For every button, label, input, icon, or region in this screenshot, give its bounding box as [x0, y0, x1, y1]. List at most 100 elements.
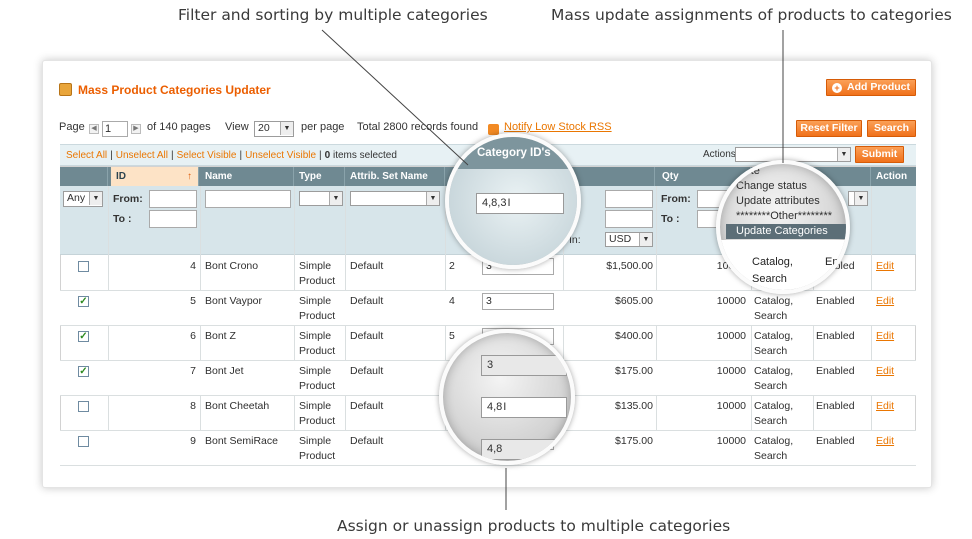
chevron-down-icon: ▼ [837, 148, 850, 161]
cell-type-line2: Product [299, 380, 336, 392]
header-type[interactable]: Type [294, 167, 345, 186]
actions-label: Actions [703, 149, 736, 160]
cell-type-line1: Simple [299, 435, 332, 447]
filter-status-select[interactable]: ▼ [848, 191, 868, 206]
cell-type-line2: Product [299, 450, 336, 462]
per-page-select[interactable]: 20 ▼ [254, 121, 294, 137]
cell-type-line1: Simple [299, 295, 332, 307]
text-cursor-icon: I [503, 401, 507, 413]
currency-value: USD [609, 233, 632, 245]
cell-visibility-line1: Catalog, [754, 435, 794, 447]
edit-link[interactable]: Edit [876, 364, 894, 379]
filter-category-input[interactable]: 4,8,3I [476, 193, 564, 214]
unselect-visible-link[interactable]: Unselect Visible [245, 150, 316, 161]
cell-type-line1: Simple [299, 260, 332, 272]
next-page-icon[interactable]: ▶ [131, 124, 141, 134]
prev-page-icon[interactable]: ◀ [89, 124, 99, 134]
chevron-down-icon: ▼ [89, 192, 102, 205]
row-checkbox[interactable] [78, 436, 89, 447]
filter-category-value: 4,8,3 [482, 197, 507, 209]
callout-filter-sorting: Filter and sorting by multiple categorie… [178, 6, 488, 24]
filter-id-from-input[interactable] [149, 190, 197, 208]
filter-price-from-input[interactable] [605, 190, 653, 208]
edit-link[interactable]: Edit [876, 259, 894, 274]
cell-price: $135.00 [615, 400, 653, 412]
cell-type-line2: Product [299, 310, 336, 322]
filter-id-from-label: From: [113, 193, 143, 205]
cell-price: $400.00 [615, 330, 653, 342]
edit-link[interactable]: Edit [876, 399, 894, 414]
page-input[interactable]: 1 [102, 121, 128, 137]
row-checkbox[interactable]: ✓ [78, 331, 89, 342]
action-option-update-categories[interactable]: Update Categories [726, 224, 846, 239]
category-input[interactable]: 3 [482, 293, 554, 310]
row-checkbox[interactable] [78, 401, 89, 412]
unselect-all-link[interactable]: Unselect All [116, 150, 168, 161]
filter-attrib-select[interactable]: ▼ [350, 191, 440, 206]
category-cell-row7[interactable]: 3 [481, 355, 567, 376]
action-option-update-attributes[interactable]: Update attributes [726, 194, 846, 209]
category-cell-row8[interactable]: 4,8I [481, 397, 567, 418]
cell-status: Enabled [816, 435, 855, 447]
category-cell-row9[interactable]: 4,8 [481, 439, 567, 460]
chevron-down-icon: ▼ [329, 192, 342, 205]
filter-price-to-input[interactable] [605, 210, 653, 228]
add-product-button[interactable]: + Add Product [826, 79, 916, 96]
filter-name-input[interactable] [205, 190, 291, 208]
mag-visibility-2: Search [752, 273, 787, 285]
cell-type-line2: Product [299, 345, 336, 357]
search-button[interactable]: Search [867, 120, 916, 137]
row-checkbox[interactable]: ✓ [78, 296, 89, 307]
action-option-other[interactable]: ********Other******** [726, 209, 846, 224]
header-id[interactable]: ID ↑ [111, 167, 199, 186]
cell-visibility-line2: Search [754, 345, 788, 357]
cell-qty: 10000 [716, 435, 746, 447]
cell-type-line1: Simple [299, 400, 332, 412]
filter-id-to-input[interactable] [149, 210, 197, 228]
chevron-down-icon: ▼ [854, 192, 867, 205]
select-all-link[interactable]: Select All [66, 150, 107, 161]
callout-mass-update: Mass update assignments of products to c… [551, 6, 952, 24]
cell-visibility-line1: Catalog, [754, 365, 794, 377]
selected-count-label: items selected [333, 150, 397, 161]
cell-name: Bont Cheetah [205, 400, 270, 412]
category-row8-value: 4,8 [487, 401, 503, 413]
header-category-ids[interactable]: Category ID's [477, 147, 551, 159]
action-option-delete[interactable]: elete [726, 164, 846, 179]
header-attrib-set[interactable]: Attrib. Set Name [345, 167, 445, 186]
cell-type-line1: Simple [299, 330, 332, 342]
submit-button[interactable]: Submit [855, 146, 904, 163]
row-checkbox[interactable]: ✓ [78, 366, 89, 377]
box-icon [59, 83, 72, 96]
cell-visibility-line1: Catalog, [754, 330, 794, 342]
cell-qty: 10000 [716, 365, 746, 377]
filter-type-select[interactable]: ▼ [299, 191, 343, 206]
filter-qty-from-label: From: [661, 193, 691, 205]
rss-link[interactable]: Notify Low Stock RSS [504, 121, 612, 133]
row-checkbox[interactable] [78, 261, 89, 272]
action-option-change-status[interactable]: Change status [726, 179, 846, 194]
filter-any-select[interactable]: Any ▼ [63, 191, 103, 207]
actions-select[interactable]: ▼ [735, 147, 851, 162]
cell-attrib-set: Default [350, 365, 384, 377]
callout-assign-unassign: Assign or unassign products to multiple … [337, 517, 731, 535]
header-checkbox-col [60, 167, 108, 186]
plus-icon: + [832, 83, 842, 93]
currency-select[interactable]: USD ▼ [605, 232, 653, 247]
edit-link[interactable]: Edit [876, 434, 894, 449]
cell-id: 6 [190, 330, 196, 342]
pager-view-label: View [225, 121, 249, 133]
pager-per-page: per page [301, 121, 345, 133]
cell-status: Enabled [816, 400, 855, 412]
edit-link[interactable]: Edit [876, 329, 894, 344]
cell-sku: 4 [449, 295, 455, 307]
reset-filter-button[interactable]: Reset Filter [796, 120, 862, 137]
edit-link[interactable]: Edit [876, 294, 894, 309]
cell-type-line1: Simple [299, 365, 332, 377]
header-name[interactable]: Name [200, 167, 294, 186]
selected-count: 0 [324, 150, 331, 161]
select-visible-link[interactable]: Select Visible [177, 150, 237, 161]
cell-price: $605.00 [615, 295, 653, 307]
cell-qty: 10000 [716, 400, 746, 412]
chevron-down-icon: ▼ [280, 122, 293, 135]
